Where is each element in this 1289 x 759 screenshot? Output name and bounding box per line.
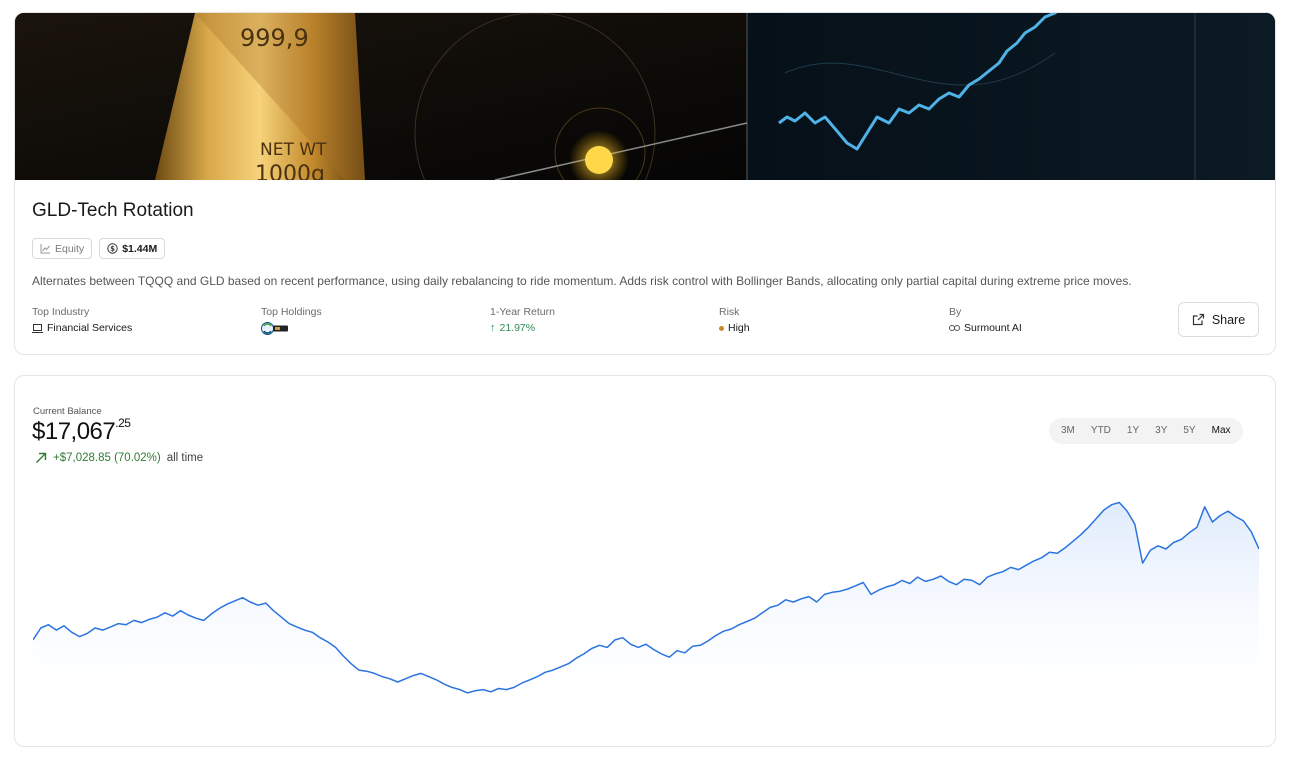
gold-bar-weight-value: 1000g [255, 162, 325, 180]
strategy-description: Alternates between TQQQ and GLD based on… [32, 274, 1132, 288]
arrow-up-icon: ↑ [490, 322, 496, 334]
equity-tag: Equity [32, 238, 93, 259]
risk-label: Risk [719, 306, 740, 318]
gold-bar-purity-text: 999,9 [240, 24, 309, 52]
current-balance-value: $17,067.25 [32, 416, 131, 446]
aum-tag-label: $1.44M [122, 242, 158, 255]
balance-card: Current Balance $17,067.25 +$7,028.85 (7… [14, 375, 1276, 747]
gain-value: +$7,028.85 (70.02%) [53, 452, 161, 464]
share-button[interactable]: Share [1178, 302, 1259, 337]
one-year-return-value: 21.97% [499, 322, 536, 334]
top-industry-label: Top Industry [32, 306, 90, 318]
range-selector: 3M YTD 1Y 3Y 5Y Max [1049, 418, 1243, 444]
one-year-return-label: 1-Year Return [490, 306, 555, 318]
strategy-card: 999,9 NET WT 1000g GLD-Tech Rotation Equ… [14, 12, 1276, 355]
top-holdings-label: Top Holdings [261, 306, 322, 318]
link-icon [949, 325, 960, 331]
line-chart-icon [40, 244, 50, 254]
top-industry: Top Industry Financial Services [32, 306, 132, 334]
aum-tag: $ $1.44M [99, 238, 166, 259]
range-5y[interactable]: 5Y [1175, 418, 1203, 444]
hero-illustration: 999,9 NET WT 1000g [15, 13, 1275, 180]
range-3m[interactable]: 3M [1053, 418, 1083, 444]
range-max[interactable]: Max [1204, 418, 1239, 444]
equity-tag-label: Equity [55, 242, 85, 255]
holding-logos-icon [261, 322, 288, 335]
author-label: By [949, 306, 962, 318]
range-ytd[interactable]: YTD [1083, 418, 1119, 444]
strategy-tags: Equity $ $1.44M [32, 238, 166, 259]
balance-cents: .25 [115, 416, 131, 430]
gold-bar-weight-label: NET WT [260, 140, 327, 160]
balance-gain: +$7,028.85 (70.02%) all time [35, 452, 203, 464]
range-1y[interactable]: 1Y [1119, 418, 1147, 444]
strategy-title: GLD-Tech Rotation [32, 200, 194, 221]
balance-whole: $17,067 [32, 418, 116, 445]
top-holdings: Top Holdings [261, 306, 322, 335]
balance-chart[interactable] [33, 486, 1259, 718]
current-balance-label: Current Balance [33, 406, 102, 417]
author: By Surmount AI [949, 306, 1022, 334]
one-year-return: 1-Year Return ↑ 21.97% [490, 306, 555, 334]
trend-up-arrow-icon [36, 452, 47, 463]
external-link-icon [1192, 313, 1204, 326]
laptop-icon [32, 323, 43, 333]
risk-dot-icon [719, 325, 724, 331]
range-3y[interactable]: 3Y [1147, 418, 1175, 444]
author-value[interactable]: Surmount AI [964, 322, 1022, 334]
dollar-circle-icon: $ [107, 243, 118, 254]
hero-banner: 999,9 NET WT 1000g [15, 13, 1275, 180]
risk-value: High [728, 322, 750, 334]
svg-text:$: $ [110, 245, 115, 253]
top-industry-value: Financial Services [47, 322, 133, 334]
share-button-label: Share [1211, 312, 1246, 327]
risk: Risk High [719, 306, 750, 334]
gain-period: all time [166, 452, 204, 464]
